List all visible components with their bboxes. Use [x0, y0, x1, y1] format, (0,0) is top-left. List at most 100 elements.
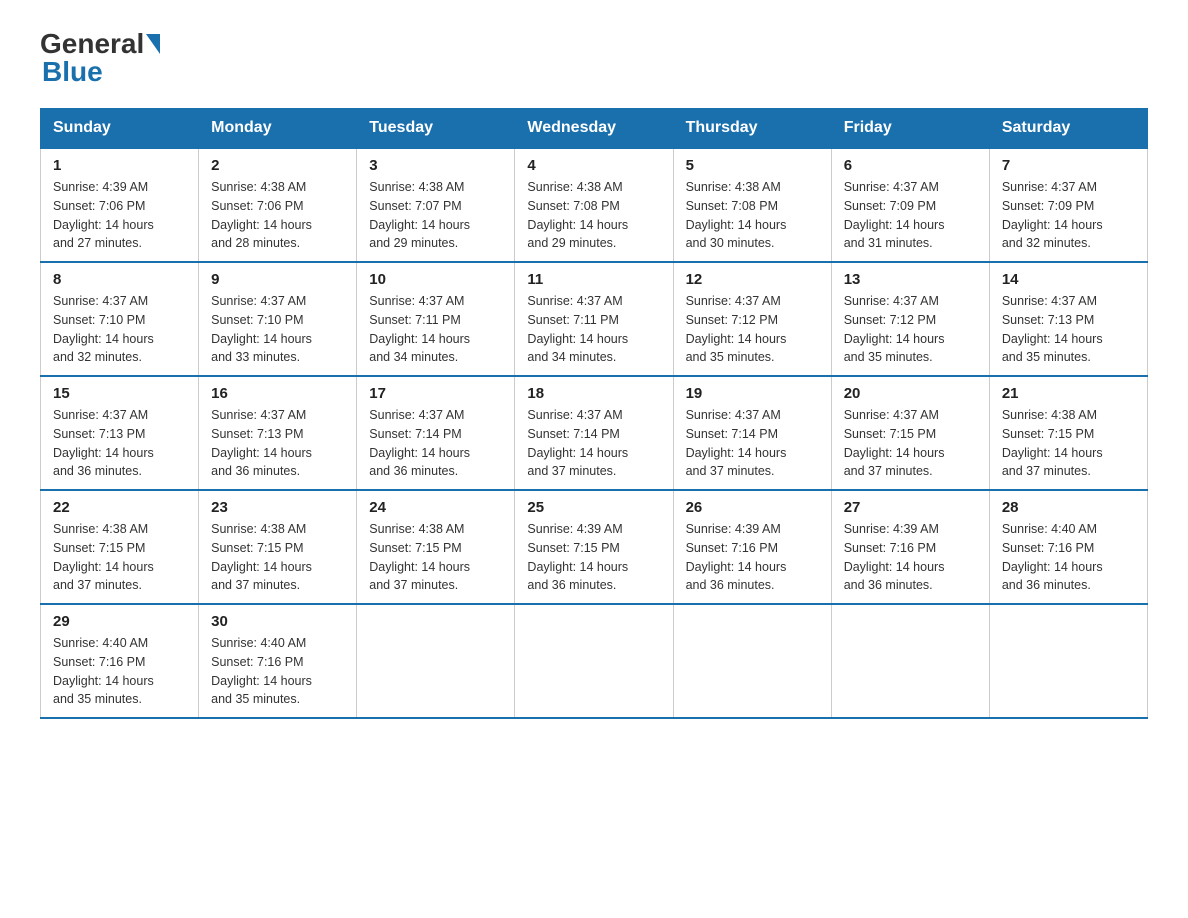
day-number: 22	[53, 499, 186, 516]
day-number: 21	[1002, 385, 1135, 402]
day-number: 23	[211, 499, 344, 516]
calendar-cell: 17 Sunrise: 4:37 AMSunset: 7:14 PMDaylig…	[357, 376, 515, 490]
weekday-header-wednesday: Wednesday	[515, 109, 673, 149]
day-number: 1	[53, 157, 186, 174]
day-number: 4	[527, 157, 660, 174]
day-info: Sunrise: 4:38 AMSunset: 7:15 PMDaylight:…	[1002, 408, 1103, 478]
day-number: 10	[369, 271, 502, 288]
day-info: Sunrise: 4:37 AMSunset: 7:09 PMDaylight:…	[1002, 180, 1103, 250]
calendar-cell: 12 Sunrise: 4:37 AMSunset: 7:12 PMDaylig…	[673, 262, 831, 376]
day-number: 27	[844, 499, 977, 516]
day-number: 14	[1002, 271, 1135, 288]
day-number: 24	[369, 499, 502, 516]
calendar-cell: 24 Sunrise: 4:38 AMSunset: 7:15 PMDaylig…	[357, 490, 515, 604]
logo-general-text: General	[40, 30, 144, 58]
calendar-cell	[831, 604, 989, 718]
day-info: Sunrise: 4:38 AMSunset: 7:15 PMDaylight:…	[369, 522, 470, 592]
calendar-week-row: 29 Sunrise: 4:40 AMSunset: 7:16 PMDaylig…	[41, 604, 1148, 718]
day-info: Sunrise: 4:37 AMSunset: 7:14 PMDaylight:…	[369, 408, 470, 478]
day-number: 29	[53, 613, 186, 630]
day-number: 25	[527, 499, 660, 516]
day-info: Sunrise: 4:38 AMSunset: 7:08 PMDaylight:…	[527, 180, 628, 250]
day-info: Sunrise: 4:40 AMSunset: 7:16 PMDaylight:…	[211, 636, 312, 706]
logo-triangle-icon	[146, 34, 160, 54]
weekday-header-friday: Friday	[831, 109, 989, 149]
day-number: 18	[527, 385, 660, 402]
weekday-header-tuesday: Tuesday	[357, 109, 515, 149]
day-number: 28	[1002, 499, 1135, 516]
day-number: 12	[686, 271, 819, 288]
day-info: Sunrise: 4:38 AMSunset: 7:06 PMDaylight:…	[211, 180, 312, 250]
day-info: Sunrise: 4:40 AMSunset: 7:16 PMDaylight:…	[1002, 522, 1103, 592]
calendar-week-row: 1 Sunrise: 4:39 AMSunset: 7:06 PMDayligh…	[41, 148, 1148, 262]
calendar-cell: 15 Sunrise: 4:37 AMSunset: 7:13 PMDaylig…	[41, 376, 199, 490]
calendar-cell: 11 Sunrise: 4:37 AMSunset: 7:11 PMDaylig…	[515, 262, 673, 376]
logo: General Blue	[40, 30, 163, 88]
day-info: Sunrise: 4:39 AMSunset: 7:16 PMDaylight:…	[844, 522, 945, 592]
calendar-cell: 13 Sunrise: 4:37 AMSunset: 7:12 PMDaylig…	[831, 262, 989, 376]
calendar-cell: 25 Sunrise: 4:39 AMSunset: 7:15 PMDaylig…	[515, 490, 673, 604]
weekday-header-thursday: Thursday	[673, 109, 831, 149]
weekday-header-saturday: Saturday	[989, 109, 1147, 149]
day-number: 7	[1002, 157, 1135, 174]
calendar-cell: 7 Sunrise: 4:37 AMSunset: 7:09 PMDayligh…	[989, 148, 1147, 262]
day-info: Sunrise: 4:38 AMSunset: 7:08 PMDaylight:…	[686, 180, 787, 250]
calendar-cell: 28 Sunrise: 4:40 AMSunset: 7:16 PMDaylig…	[989, 490, 1147, 604]
weekday-header-monday: Monday	[199, 109, 357, 149]
calendar-cell: 16 Sunrise: 4:37 AMSunset: 7:13 PMDaylig…	[199, 376, 357, 490]
day-number: 6	[844, 157, 977, 174]
day-info: Sunrise: 4:38 AMSunset: 7:07 PMDaylight:…	[369, 180, 470, 250]
calendar-cell: 23 Sunrise: 4:38 AMSunset: 7:15 PMDaylig…	[199, 490, 357, 604]
calendar-week-row: 8 Sunrise: 4:37 AMSunset: 7:10 PMDayligh…	[41, 262, 1148, 376]
calendar-cell: 2 Sunrise: 4:38 AMSunset: 7:06 PMDayligh…	[199, 148, 357, 262]
day-number: 16	[211, 385, 344, 402]
calendar-cell	[515, 604, 673, 718]
calendar-cell: 4 Sunrise: 4:38 AMSunset: 7:08 PMDayligh…	[515, 148, 673, 262]
calendar-cell: 26 Sunrise: 4:39 AMSunset: 7:16 PMDaylig…	[673, 490, 831, 604]
calendar-cell: 27 Sunrise: 4:39 AMSunset: 7:16 PMDaylig…	[831, 490, 989, 604]
day-info: Sunrise: 4:40 AMSunset: 7:16 PMDaylight:…	[53, 636, 154, 706]
day-number: 3	[369, 157, 502, 174]
logo-blue-text: Blue	[42, 56, 103, 87]
day-info: Sunrise: 4:38 AMSunset: 7:15 PMDaylight:…	[53, 522, 154, 592]
calendar-cell	[357, 604, 515, 718]
day-info: Sunrise: 4:37 AMSunset: 7:11 PMDaylight:…	[369, 294, 470, 364]
calendar-cell: 10 Sunrise: 4:37 AMSunset: 7:11 PMDaylig…	[357, 262, 515, 376]
day-info: Sunrise: 4:37 AMSunset: 7:10 PMDaylight:…	[211, 294, 312, 364]
day-info: Sunrise: 4:37 AMSunset: 7:10 PMDaylight:…	[53, 294, 154, 364]
day-number: 30	[211, 613, 344, 630]
calendar-cell: 29 Sunrise: 4:40 AMSunset: 7:16 PMDaylig…	[41, 604, 199, 718]
day-number: 17	[369, 385, 502, 402]
day-number: 8	[53, 271, 186, 288]
day-info: Sunrise: 4:37 AMSunset: 7:14 PMDaylight:…	[686, 408, 787, 478]
calendar-cell: 14 Sunrise: 4:37 AMSunset: 7:13 PMDaylig…	[989, 262, 1147, 376]
day-info: Sunrise: 4:39 AMSunset: 7:16 PMDaylight:…	[686, 522, 787, 592]
calendar-week-row: 22 Sunrise: 4:38 AMSunset: 7:15 PMDaylig…	[41, 490, 1148, 604]
day-info: Sunrise: 4:39 AMSunset: 7:06 PMDaylight:…	[53, 180, 154, 250]
day-info: Sunrise: 4:37 AMSunset: 7:15 PMDaylight:…	[844, 408, 945, 478]
day-number: 9	[211, 271, 344, 288]
day-info: Sunrise: 4:38 AMSunset: 7:15 PMDaylight:…	[211, 522, 312, 592]
day-info: Sunrise: 4:37 AMSunset: 7:13 PMDaylight:…	[211, 408, 312, 478]
calendar-cell: 21 Sunrise: 4:38 AMSunset: 7:15 PMDaylig…	[989, 376, 1147, 490]
day-number: 2	[211, 157, 344, 174]
day-number: 26	[686, 499, 819, 516]
day-number: 11	[527, 271, 660, 288]
calendar-cell: 20 Sunrise: 4:37 AMSunset: 7:15 PMDaylig…	[831, 376, 989, 490]
day-info: Sunrise: 4:37 AMSunset: 7:14 PMDaylight:…	[527, 408, 628, 478]
day-number: 15	[53, 385, 186, 402]
page-header: General Blue	[40, 30, 1148, 88]
weekday-header-row: SundayMondayTuesdayWednesdayThursdayFrid…	[41, 109, 1148, 149]
calendar-cell: 18 Sunrise: 4:37 AMSunset: 7:14 PMDaylig…	[515, 376, 673, 490]
calendar-cell: 3 Sunrise: 4:38 AMSunset: 7:07 PMDayligh…	[357, 148, 515, 262]
day-info: Sunrise: 4:37 AMSunset: 7:13 PMDaylight:…	[53, 408, 154, 478]
calendar-cell: 5 Sunrise: 4:38 AMSunset: 7:08 PMDayligh…	[673, 148, 831, 262]
calendar-cell: 6 Sunrise: 4:37 AMSunset: 7:09 PMDayligh…	[831, 148, 989, 262]
weekday-header-sunday: Sunday	[41, 109, 199, 149]
day-info: Sunrise: 4:37 AMSunset: 7:13 PMDaylight:…	[1002, 294, 1103, 364]
calendar-table: SundayMondayTuesdayWednesdayThursdayFrid…	[40, 108, 1148, 719]
calendar-week-row: 15 Sunrise: 4:37 AMSunset: 7:13 PMDaylig…	[41, 376, 1148, 490]
calendar-cell: 8 Sunrise: 4:37 AMSunset: 7:10 PMDayligh…	[41, 262, 199, 376]
calendar-cell	[673, 604, 831, 718]
day-number: 20	[844, 385, 977, 402]
